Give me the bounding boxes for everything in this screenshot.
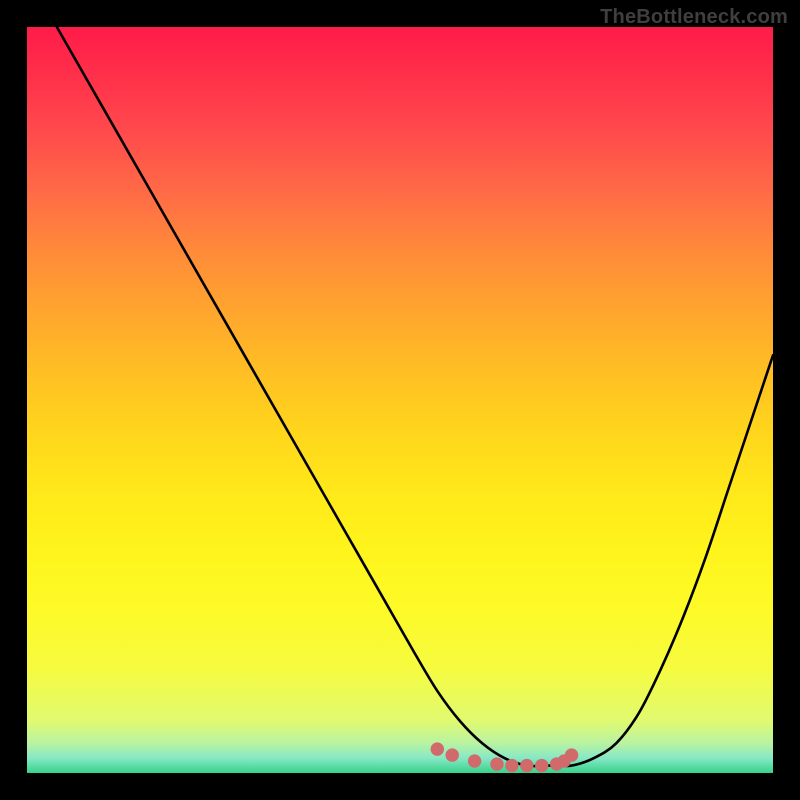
bottleneck-curve [57,27,773,766]
chart-stage: TheBottleneck.com [0,0,800,800]
marker-dot [535,759,548,772]
marker-dot [565,748,578,761]
marker-dot [431,742,444,755]
chart-svg [27,27,773,773]
marker-dot [468,754,481,767]
plot-area [27,27,773,773]
marker-dot [520,759,533,772]
marker-dot [490,757,503,770]
watermark-text: TheBottleneck.com [600,6,788,29]
marker-dot [446,748,459,761]
marker-dot [505,759,518,772]
curve-group [57,27,773,766]
